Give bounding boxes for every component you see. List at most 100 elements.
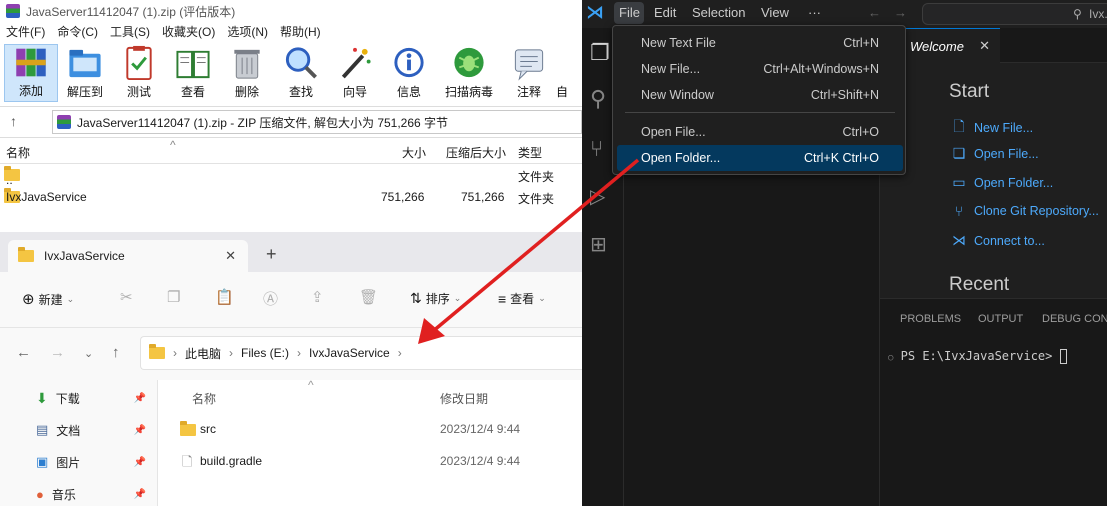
forward-arrow-icon[interactable]: →: [50, 344, 65, 361]
run-debug-icon[interactable]: ▷: [590, 184, 605, 209]
col-type[interactable]: 类型: [518, 144, 542, 161]
command-center-search[interactable]: ⚲ Ivx...: [922, 3, 1107, 25]
breadcrumb[interactable]: › 此电脑 › Files (E:) › IvxJavaService ›: [140, 336, 582, 370]
sidebar-item-music[interactable]: ● 音乐 📌: [36, 484, 146, 504]
info-button[interactable]: 信息: [382, 44, 436, 102]
start-clone-repo-link[interactable]: ⑂ Clone Git Repository...: [950, 203, 1099, 219]
winrar-address-bar: ↑ JavaServer11412047 (1).zip - ZIP 压缩文件,…: [0, 106, 582, 138]
close-icon[interactable]: ✕: [225, 248, 236, 264]
pin-icon[interactable]: 📌: [134, 457, 146, 468]
rename-icon[interactable]: Ⓐ: [263, 288, 278, 309]
breadcrumb-item[interactable]: IvxJavaService: [309, 346, 390, 360]
tab-problems[interactable]: PROBLEMS: [900, 313, 961, 325]
winrar-menu-options[interactable]: 选项(N): [221, 22, 274, 42]
remote-icon: ⋊: [952, 232, 966, 248]
chevron-down-icon[interactable]: ⌄: [84, 347, 93, 360]
menu-file[interactable]: File: [619, 5, 640, 20]
sidebar-item-downloads[interactable]: ⬇ 下载 📌: [36, 388, 146, 408]
col-modified[interactable]: 修改日期: [440, 390, 488, 407]
col-name[interactable]: 名称: [192, 390, 216, 407]
menu-new-file[interactable]: New File... Ctrl+Alt+Windows+N: [617, 56, 903, 82]
winrar-path-text: JavaServer11412047 (1).zip - ZIP 压缩文件, 解…: [77, 115, 449, 130]
scan-virus-button[interactable]: 扫描病毒: [436, 44, 502, 102]
vscode-logo-icon: ⋊: [586, 2, 604, 22]
up-arrow-icon[interactable]: ↑: [10, 113, 30, 129]
menu-open-folder[interactable]: Open Folder... Ctrl+K Ctrl+O: [617, 145, 903, 171]
list-item[interactable]: src 2023/12/4 9:44: [158, 418, 582, 440]
explorer-tab[interactable]: IvxJavaService ✕: [8, 240, 248, 272]
menu-edit[interactable]: Edit: [654, 5, 676, 20]
view-button[interactable]: ≡ 查看 ⌄: [498, 290, 546, 307]
winrar-menu-tools[interactable]: 工具(S): [104, 22, 156, 42]
view-icon: ≡: [498, 290, 507, 307]
winrar-menu-command[interactable]: 命令(C): [51, 22, 104, 42]
pin-icon[interactable]: 📌: [134, 393, 146, 404]
col-packed[interactable]: 压缩后大小: [446, 144, 506, 161]
new-button[interactable]: ⊕ 新建 ⌄: [22, 290, 74, 308]
wizard-button[interactable]: 向导: [328, 44, 382, 102]
menu-new-window[interactable]: New Window Ctrl+Shift+N: [617, 82, 903, 108]
tab-output[interactable]: OUTPUT: [978, 313, 1023, 325]
find-button[interactable]: 查找: [274, 44, 328, 102]
sfx-button[interactable]: 自: [556, 44, 576, 102]
menu-new-text-file[interactable]: New Text File Ctrl+N: [617, 30, 903, 56]
start-open-folder-link[interactable]: ▭ Open Folder...: [950, 174, 1053, 191]
recent-heading: Recent: [949, 274, 1010, 295]
copy-icon[interactable]: ❐: [167, 288, 180, 306]
breadcrumb-item[interactable]: Files (E:): [241, 346, 289, 360]
cut-icon[interactable]: ✂: [120, 288, 133, 306]
comment-button[interactable]: 注释: [502, 44, 556, 102]
winrar-path-field[interactable]: JavaServer11412047 (1).zip - ZIP 压缩文件, 解…: [52, 110, 582, 134]
start-connect-link[interactable]: ⋊ Connect to...: [950, 232, 1045, 249]
explorer-icon[interactable]: ❐: [590, 40, 610, 66]
share-icon[interactable]: ⇪: [311, 288, 324, 306]
books-icon: [16, 48, 46, 77]
clipboard-check-icon: [126, 45, 152, 81]
col-size[interactable]: 大小: [402, 144, 426, 161]
explorer-file-list: 名称 ^ 修改日期 src 2023/12/4 9:44 🗋 build.gra…: [158, 378, 582, 506]
forward-arrow-icon[interactable]: →: [894, 5, 907, 20]
menu-view[interactable]: View: [761, 5, 789, 20]
winrar-menu-file[interactable]: 文件(F): [0, 22, 51, 42]
new-tab-icon[interactable]: +: [266, 244, 277, 265]
menu-more[interactable]: ···: [808, 5, 821, 20]
breadcrumb-item[interactable]: 此电脑: [185, 345, 221, 362]
paste-icon[interactable]: 📋: [215, 288, 234, 306]
folder-icon: ▭: [952, 174, 966, 190]
winrar-menu-help[interactable]: 帮助(H): [274, 22, 327, 42]
tab-welcome[interactable]: Welcome ✕: [900, 28, 1000, 63]
delete-icon[interactable]: 🗑: [359, 288, 378, 306]
search-icon[interactable]: ⚲: [590, 86, 606, 112]
pin-icon[interactable]: 📌: [134, 489, 146, 500]
sort-button[interactable]: ⇅ 排序 ⌄: [410, 290, 461, 307]
sidebar-item-pictures[interactable]: ▣ 图片 📌: [36, 452, 146, 472]
menu-selection[interactable]: Selection: [692, 5, 745, 20]
back-arrow-icon[interactable]: ←: [16, 344, 31, 361]
sort-caret-icon: ^: [170, 138, 176, 152]
close-icon[interactable]: ✕: [979, 38, 990, 54]
list-item[interactable]: 🗋 build.gradle 2023/12/4 9:44: [158, 450, 582, 472]
source-control-icon[interactable]: ⑂: [590, 136, 603, 162]
col-name[interactable]: 名称: [6, 144, 30, 161]
terminal[interactable]: ○ PS E:\IvxJavaService>: [888, 349, 1067, 364]
back-arrow-icon[interactable]: ←: [868, 5, 881, 20]
tab-debug-console[interactable]: DEBUG CONS: [1042, 313, 1107, 325]
winrar-menu-favorites[interactable]: 收藏夹(O): [156, 22, 221, 42]
row-size: 751,266: [381, 190, 425, 204]
table-row[interactable]: .. 文件夹: [0, 164, 582, 187]
pin-icon[interactable]: 📌: [134, 425, 146, 436]
start-open-file-link[interactable]: ❏ Open File...: [950, 145, 1039, 162]
test-button[interactable]: 测试: [112, 44, 166, 102]
chevron-right-icon: ›: [397, 346, 402, 360]
add-button[interactable]: 添加: [4, 44, 58, 102]
start-new-file-link[interactable]: 🗋 New File...: [950, 116, 1033, 140]
view-button[interactable]: 查看: [166, 44, 220, 102]
extract-button[interactable]: 解压到: [58, 44, 112, 102]
wizard-label: 向导: [342, 85, 367, 99]
extensions-icon[interactable]: ⊞: [590, 232, 607, 257]
sidebar-item-documents[interactable]: ▤ 文档 📌: [36, 420, 146, 440]
delete-button[interactable]: 删除: [220, 44, 274, 102]
table-row[interactable]: IvxJavaService 751,266 751,266 文件夹: [0, 186, 582, 208]
up-arrow-icon[interactable]: ↑: [112, 344, 120, 361]
menu-open-file[interactable]: Open File... Ctrl+O: [617, 119, 903, 145]
